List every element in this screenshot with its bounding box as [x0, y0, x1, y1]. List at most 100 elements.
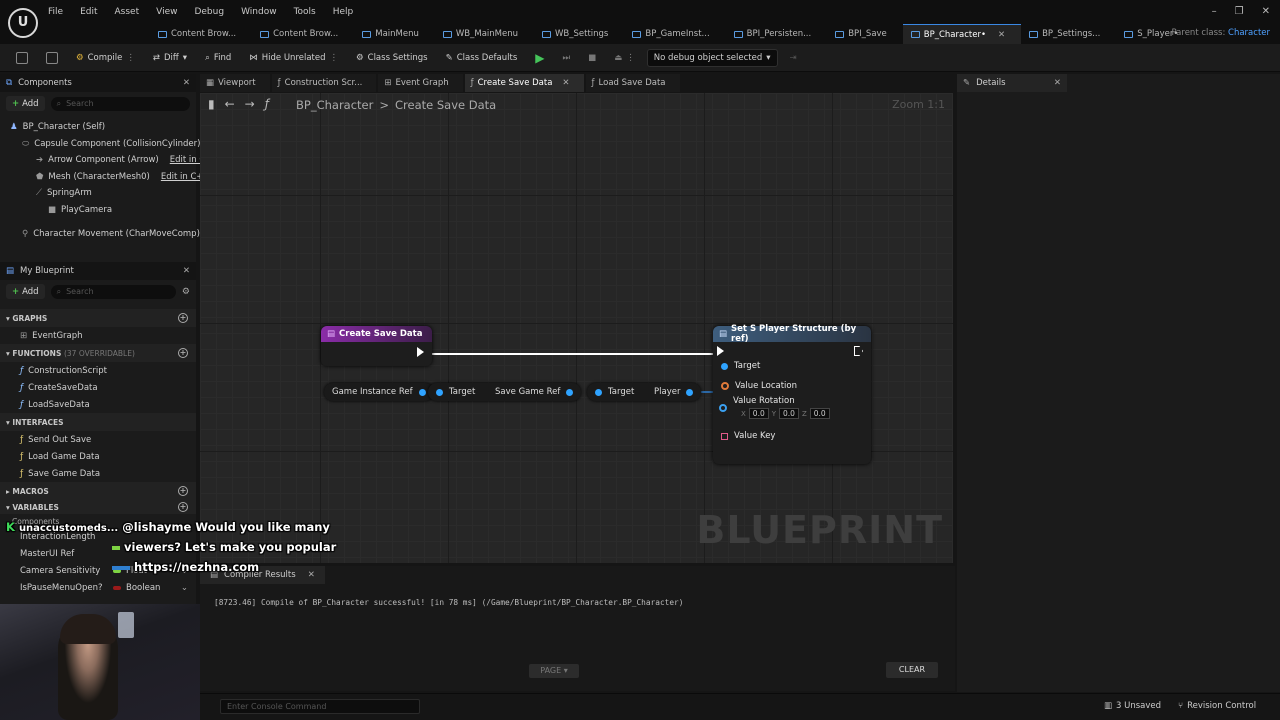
save-button[interactable]: [10, 47, 34, 69]
maximize-icon[interactable]: ❐: [1235, 6, 1244, 17]
add-component-button[interactable]: + Add: [6, 96, 45, 111]
close-panel-icon[interactable]: ✕: [183, 78, 190, 88]
entry-node-create-save-data[interactable]: ▤ Create Save Data: [321, 326, 432, 366]
close-panel-icon[interactable]: ✕: [1054, 78, 1061, 88]
target-pin[interactable]: [595, 388, 602, 396]
doc-tab-wb-settings[interactable]: WB_Settings: [534, 24, 624, 44]
debug-object-select[interactable]: No debug object selected ▾: [646, 48, 778, 67]
exec-out-pin[interactable]: [417, 347, 424, 360]
target-pin[interactable]: [721, 362, 728, 370]
component-capsule[interactable]: ⬭ Capsule Component (CollisionCylinder): [10, 136, 200, 153]
location-pin[interactable]: [721, 382, 729, 390]
doc-tab-bp-settings[interactable]: BP_Settings...: [1021, 24, 1116, 44]
variable-item-ispausemenuopen[interactable]: IsPauseMenuOpen? Boolean ⌄: [0, 579, 196, 596]
add-macro-icon[interactable]: +: [178, 486, 188, 496]
chevron-down-icon[interactable]: ⌄: [181, 583, 188, 593]
tab-viewport[interactable]: ▦ Viewport: [200, 74, 270, 92]
component-mesh[interactable]: ⬟ Mesh (CharacterMesh0) Edit in C++: [10, 169, 211, 186]
component-self[interactable]: ♟ BP_Character (Self): [10, 119, 196, 136]
menu-window[interactable]: Window: [241, 7, 277, 17]
menu-file[interactable]: File: [48, 7, 63, 17]
rotation-x-input[interactable]: 0.0: [748, 408, 769, 419]
unreal-logo-icon[interactable]: U: [8, 8, 38, 38]
output-pin[interactable]: [686, 388, 694, 396]
play-button[interactable]: ▶: [529, 47, 550, 69]
tab-event-graph[interactable]: ⊞ Event Graph: [378, 74, 463, 92]
menu-edit[interactable]: Edit: [80, 7, 97, 17]
rotation-z-input[interactable]: 0.0: [809, 408, 830, 419]
section-variables[interactable]: ▾ VARIABLES +: [0, 500, 196, 514]
interface-item-save-game-data[interactable]: ƒ Save Game Data: [0, 465, 196, 482]
exec-out-pin[interactable]: [854, 346, 863, 356]
component-character-movement[interactable]: ⚲ Character Movement (CharMoveComp): [10, 226, 200, 243]
func-node-get-save-game[interactable]: Target Save Game Ref: [428, 383, 582, 401]
var-node-game-instance-ref[interactable]: Game Instance Ref: [324, 383, 434, 401]
minimize-icon[interactable]: –: [1212, 6, 1217, 17]
interface-item-load-game-data[interactable]: ƒ Load Game Data: [0, 448, 196, 465]
browse-button[interactable]: [40, 47, 64, 69]
graph-item-eventgraph[interactable]: ⊞ EventGraph: [0, 327, 196, 344]
target-pin[interactable]: [436, 388, 443, 396]
tab-load-save-data[interactable]: ƒ Load Save Data: [585, 74, 680, 92]
component-camera[interactable]: ■ PlayCamera: [10, 202, 196, 219]
stop-button[interactable]: ■: [582, 47, 602, 69]
close-panel-icon[interactable]: ✕: [183, 266, 190, 276]
function-item-createsavedata[interactable]: ƒ CreateSaveData: [0, 379, 196, 396]
rotation-pin[interactable]: [719, 404, 727, 412]
console-input[interactable]: Enter Console Command: [220, 699, 420, 714]
page-button[interactable]: PAGE ▾: [529, 664, 579, 678]
doc-tab-bpi-save[interactable]: BPI_Save: [827, 24, 903, 44]
close-tab-icon[interactable]: ✕: [998, 30, 1005, 40]
revision-control-button[interactable]: ⑂ Revision Control: [1178, 701, 1256, 711]
eject-button[interactable]: ⏏ ⋮: [608, 47, 641, 69]
exec-in-pin[interactable]: [717, 346, 724, 356]
class-settings-button[interactable]: ⚙ Class Settings: [350, 47, 434, 69]
menu-view[interactable]: View: [156, 7, 177, 17]
close-tab-icon[interactable]: ✕: [562, 78, 569, 88]
function-item-constructionscript[interactable]: ƒ ConstructionScript: [0, 362, 196, 379]
components-search-input[interactable]: ⌕ Search: [50, 96, 190, 111]
doc-tab-wb-mainmenu[interactable]: WB_MainMenu: [435, 24, 534, 44]
add-graph-icon[interactable]: +: [178, 313, 188, 323]
function-item-loadsavedata[interactable]: ƒ LoadSaveData: [0, 396, 196, 413]
doc-tab-bpi-persistent[interactable]: BPI_Persisten...: [726, 24, 828, 44]
component-arrow[interactable]: ➔ Arrow Component (Arrow) Edit in C++: [10, 152, 220, 169]
close-window-icon[interactable]: ✕: [1262, 6, 1270, 17]
step-button[interactable]: ⏭: [557, 47, 577, 69]
menu-tools[interactable]: Tools: [294, 7, 316, 17]
debug-object-arrow-button[interactable]: ⇥: [784, 47, 803, 69]
gear-icon[interactable]: ⚙: [182, 287, 190, 297]
section-interfaces[interactable]: ▾ INTERFACES: [0, 413, 196, 431]
diff-button[interactable]: ⇄ Diff ▾: [147, 47, 193, 69]
component-springarm[interactable]: ⟋ SpringArm: [10, 185, 196, 202]
func-node-get-player[interactable]: Target Player: [587, 383, 702, 401]
section-macros[interactable]: ▸ MACROS +: [0, 482, 196, 500]
find-button[interactable]: ⌕ Find: [199, 47, 237, 69]
blueprint-graph[interactable]: ▮ ← → ƒ BP_Character > Create Save Data …: [200, 93, 953, 563]
doc-tab-content-browser-1[interactable]: Content Brow...: [150, 24, 252, 44]
key-pin[interactable]: [721, 432, 728, 440]
menu-help[interactable]: Help: [333, 7, 354, 17]
add-function-icon[interactable]: +: [178, 348, 188, 358]
add-variable-icon[interactable]: +: [178, 502, 188, 512]
tab-construction-script[interactable]: ƒ Construction Scr...: [271, 74, 377, 92]
doc-tab-mainmenu[interactable]: MainMenu: [354, 24, 435, 44]
menu-asset[interactable]: Asset: [115, 7, 140, 17]
compile-button[interactable]: ⚙ Compile ⋮: [70, 47, 141, 69]
hide-unrelated-button[interactable]: ⋈ Hide Unrelated ⋮: [243, 47, 344, 69]
close-tab-icon[interactable]: ✕: [308, 570, 315, 580]
section-graphs[interactable]: ▾ GRAPHS +: [0, 309, 196, 327]
set-node-player-structure[interactable]: ▤ Set S Player Structure (by ref) Target…: [713, 324, 871, 464]
add-member-button[interactable]: + Add: [6, 284, 45, 299]
interface-item-send-out-save[interactable]: ƒ Send Out Save: [0, 431, 196, 448]
section-functions[interactable]: ▾ FUNCTIONS (37 OVERRIDABLE) +: [0, 344, 196, 362]
clear-button[interactable]: CLEAR: [886, 662, 938, 678]
tab-create-save-data[interactable]: ƒ Create Save Data ✕: [464, 74, 584, 92]
parent-class-link[interactable]: Character: [1228, 28, 1270, 38]
menu-debug[interactable]: Debug: [194, 7, 224, 17]
rotation-y-input[interactable]: 0.0: [779, 408, 799, 419]
output-pin[interactable]: [566, 388, 574, 396]
doc-tab-bp-character[interactable]: BP_Character• ✕: [902, 24, 1022, 44]
output-pin[interactable]: [418, 388, 426, 396]
my-blueprint-search-input[interactable]: ⌕ Search: [50, 284, 176, 299]
